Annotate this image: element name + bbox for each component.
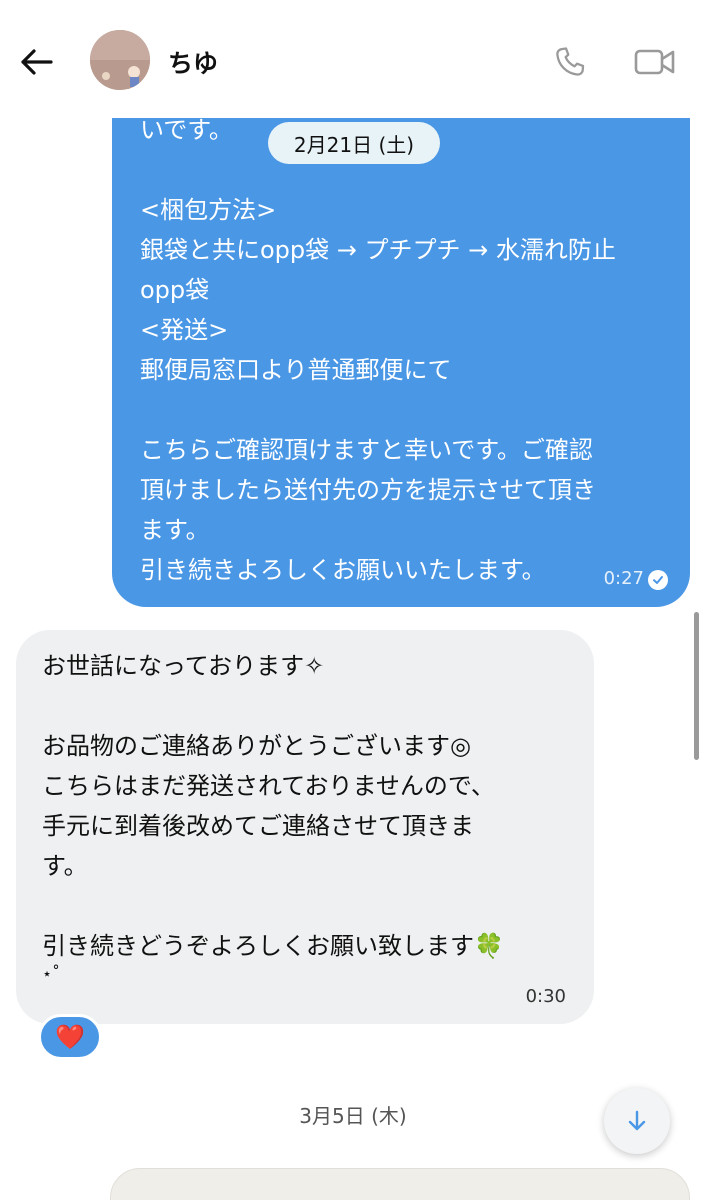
video-camera-icon bbox=[634, 49, 675, 75]
scrollbar[interactable] bbox=[694, 612, 699, 760]
date-separator: 3月5日 (木) bbox=[299, 1104, 407, 1128]
message-line: 郵便局窓口より普通郵便にて bbox=[140, 356, 452, 384]
message-line: 頂けましたら送付先の方を提示させて頂き bbox=[140, 476, 596, 504]
message-timestamp: 0:27 bbox=[603, 568, 644, 589]
date-separator-pill: 2月21日 (土) bbox=[268, 122, 440, 164]
message-line: <梱包方法> bbox=[140, 196, 277, 224]
message-line: <発送> bbox=[140, 316, 229, 344]
message-line: す。 bbox=[42, 852, 88, 880]
arrow-left-icon bbox=[21, 49, 53, 75]
message-line: ⋆˚ bbox=[42, 964, 61, 983]
message-line: お世話になっております✧ bbox=[42, 652, 325, 680]
outgoing-message-bubble[interactable]: いです。 <梱包方法> 銀袋と共にopp袋 → プチプチ → 水濡れ防止 opp… bbox=[112, 90, 690, 607]
message-line: お品物のご連絡ありがとうございます◎ bbox=[42, 732, 471, 760]
message-line: 引き続きよろしくお願いいたします。 bbox=[140, 556, 546, 584]
heart-icon: ❤️ bbox=[55, 1023, 85, 1051]
message-line: opp袋 bbox=[140, 276, 210, 304]
call-button[interactable] bbox=[548, 40, 592, 84]
message-timestamp: 0:30 bbox=[525, 986, 566, 1007]
message-line: こちらはまだ発送されておりませんので、 bbox=[42, 772, 495, 800]
incoming-message-bubble[interactable]: お世話になっております✧ お品物のご連絡ありがとうございます◎ こちらはまだ発送… bbox=[16, 630, 594, 1024]
contact-name[interactable]: ちゆ bbox=[168, 44, 218, 80]
avatar[interactable] bbox=[90, 30, 150, 90]
video-call-button[interactable] bbox=[630, 40, 680, 84]
message-line: 引き続きどうぞよろしくお願い致します🍀 bbox=[42, 932, 504, 960]
phone-icon bbox=[556, 47, 585, 76]
heart-reaction[interactable]: ❤️ bbox=[38, 1014, 102, 1060]
back-button[interactable] bbox=[14, 40, 58, 84]
next-message-bubble[interactable] bbox=[110, 1168, 690, 1200]
message-line: 手元に到着後改めてご連絡させて頂きま bbox=[42, 812, 474, 840]
chat-header: ちゆ bbox=[0, 0, 706, 118]
scroll-to-bottom-button[interactable] bbox=[604, 1088, 670, 1154]
message-line: こちらご確認頂けますと幸いです。ご確認 bbox=[140, 436, 593, 464]
message-line: ます。 bbox=[140, 516, 210, 544]
message-line: 銀袋と共にopp袋 → プチプチ → 水濡れ防止 bbox=[140, 236, 616, 264]
arrow-down-icon bbox=[628, 1110, 646, 1131]
read-check-icon bbox=[648, 570, 668, 590]
